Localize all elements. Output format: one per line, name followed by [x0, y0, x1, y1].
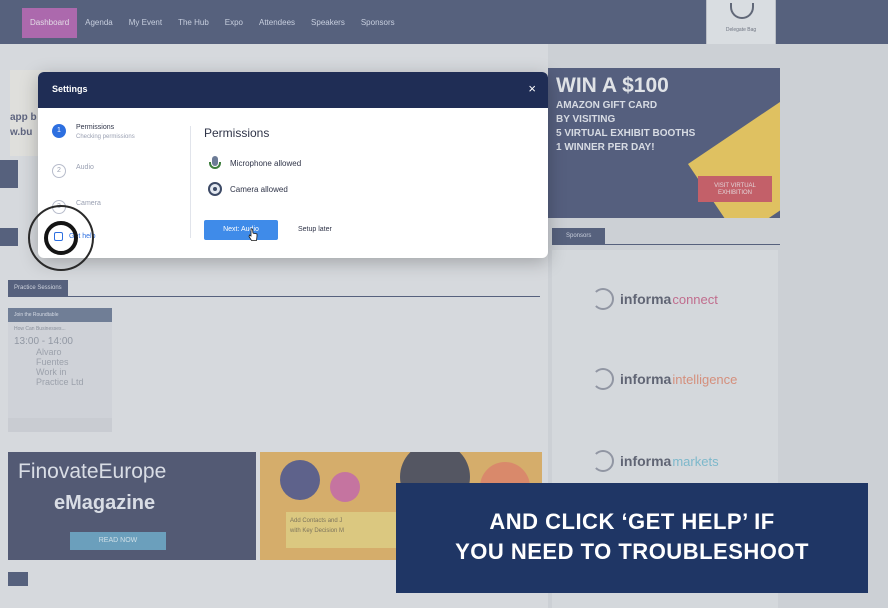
close-icon[interactable]: ×: [528, 81, 536, 96]
settings-modal: Settings × 1 Permissions Checking permis…: [38, 72, 548, 258]
step-sublabel: Checking permissions: [76, 134, 135, 140]
microphone-status: Microphone allowed: [208, 156, 301, 170]
hand-cursor-icon: [248, 228, 258, 241]
microphone-status-text: Microphone allowed: [230, 158, 302, 168]
step-number: 1: [52, 124, 66, 138]
next-audio-button[interactable]: Next: Audio: [204, 220, 278, 240]
setup-later-button[interactable]: Setup later: [298, 220, 332, 240]
permissions-title: Permissions: [204, 126, 270, 140]
caption-line-1: AND CLICK ‘GET HELP’ IF: [489, 509, 775, 534]
step-label: Audio: [76, 164, 94, 171]
step-number: 2: [52, 164, 66, 178]
microphone-icon: [208, 156, 222, 170]
camera-status-text: Camera allowed: [230, 184, 288, 194]
camera-icon: [208, 182, 222, 196]
camera-status: Camera allowed: [208, 182, 288, 196]
highlight-focus-circle: [44, 221, 78, 255]
step-permissions[interactable]: 1 Permissions Checking permissions: [52, 124, 135, 140]
step-audio[interactable]: 2 Audio: [52, 164, 94, 178]
modal-title: Settings: [52, 84, 88, 94]
step-label: Camera: [76, 200, 101, 207]
tutorial-caption: AND CLICK ‘GET HELP’ IF YOU NEED TO TROU…: [396, 483, 868, 593]
step-label: Permissions: [76, 124, 115, 131]
modal-divider: [190, 126, 191, 238]
modal-header: Settings ×: [38, 72, 548, 108]
caption-line-2: YOU NEED TO TROUBLESHOOT: [455, 539, 809, 564]
